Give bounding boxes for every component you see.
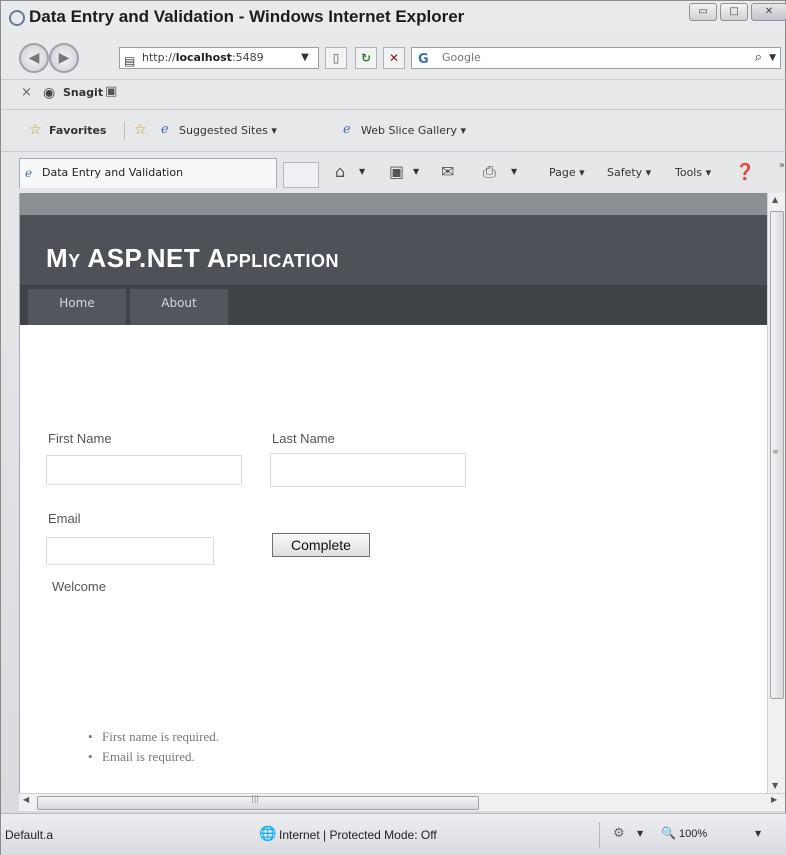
- forward-button[interactable]: ▶: [49, 43, 79, 73]
- safety-menu[interactable]: Safety ▾: [607, 166, 651, 179]
- email-input[interactable]: [46, 537, 214, 565]
- chevron-down-icon[interactable]: ▼: [511, 167, 517, 176]
- back-arrow-icon: ◀: [28, 50, 40, 66]
- last-name-input[interactable]: [270, 453, 466, 487]
- help-icon[interactable]: ❓: [735, 162, 755, 181]
- chevron-down-icon[interactable]: ▼: [413, 167, 419, 176]
- page-icon: ▤: [124, 54, 136, 68]
- email-label: Email: [48, 511, 81, 526]
- favorites-star-icon: ☆: [29, 122, 42, 138]
- search-icon[interactable]: ⌕: [755, 48, 762, 68]
- home-icon[interactable]: ⌂: [335, 162, 345, 181]
- snagit-icon: ◉: [43, 85, 56, 101]
- scroll-right-icon[interactable]: ▶: [771, 795, 777, 804]
- snagit-button[interactable]: Snagit: [63, 86, 103, 99]
- globe-icon: 🌐: [259, 826, 277, 842]
- protected-mode-icon[interactable]: ⚙: [613, 826, 625, 841]
- nav-about-link[interactable]: About: [130, 289, 228, 325]
- close-window-button[interactable]: ✕: [751, 3, 786, 21]
- site-top-strip: [20, 193, 767, 215]
- favorites-button[interactable]: Favorites: [49, 124, 106, 137]
- refresh-icon: ↻: [360, 51, 372, 65]
- new-tab-button[interactable]: [283, 162, 319, 188]
- scroll-down-icon[interactable]: ▼: [772, 781, 778, 790]
- web-slice-gallery-link[interactable]: Web Slice Gallery ▾: [361, 124, 466, 137]
- address-bar[interactable]: ▤ http://localhost:5489: [119, 47, 319, 69]
- horizontal-scrollbar[interactable]: ◀ ||| ▶: [19, 793, 785, 811]
- zoom-level[interactable]: 100%: [679, 828, 707, 840]
- ie-page-icon: ℯ: [161, 122, 169, 137]
- chevron-down-icon: ▼: [301, 52, 309, 63]
- scroll-up-icon[interactable]: ▲: [772, 195, 778, 204]
- suggested-sites-link[interactable]: Suggested Sites ▾: [179, 124, 277, 137]
- security-zone[interactable]: Internet | Protected Mode: Off: [279, 828, 437, 842]
- feeds-icon[interactable]: ▣: [389, 162, 404, 181]
- url-rest: :5489: [231, 51, 264, 64]
- window-controls: ▭ □ ✕: [689, 3, 786, 21]
- tab-label: Data Entry and Validation: [42, 166, 184, 179]
- vertical-scrollbar[interactable]: ▲ ≡ ▼: [767, 193, 785, 793]
- validation-error: Email is required.: [88, 747, 219, 767]
- search-box[interactable]: G Google ⌕ ▼: [411, 47, 781, 69]
- first-name-input[interactable]: [46, 455, 242, 485]
- forward-arrow-icon: ▶: [58, 50, 70, 66]
- google-logo-icon: G: [418, 52, 429, 67]
- favorites-bar: ☆ Favorites ☆ ℯ Suggested Sites ▾ ℯ Web …: [1, 109, 786, 149]
- validation-error: First name is required.: [88, 727, 219, 747]
- scroll-grip-icon: |||: [251, 794, 260, 803]
- page-viewport: My ASP.NET Application Home About First …: [19, 193, 767, 793]
- complete-button[interactable]: Complete: [272, 533, 370, 557]
- print-icon[interactable]: ⎙: [483, 162, 496, 182]
- command-bar: ℯ Data Entry and Validation ⌂ ▼ ▣ ▼ ✉ ⎙ …: [1, 151, 786, 191]
- address-row: ◀ ▶ ▤ http://localhost:5489 ▼ ▯ ↻ ✕ G Goo…: [1, 41, 786, 77]
- mail-icon[interactable]: ✉: [441, 162, 454, 181]
- favorites-divider: [124, 122, 125, 140]
- ie-page-icon: ℯ: [25, 166, 33, 180]
- zoom-icon[interactable]: 🔍: [661, 826, 676, 840]
- stop-icon: ✕: [388, 51, 400, 65]
- status-divider: [599, 822, 600, 848]
- toolbar-overflow-icon[interactable]: »: [779, 160, 785, 171]
- add-favorite-icon[interactable]: ☆: [134, 122, 147, 138]
- snagit-capture-icon[interactable]: ▣: [105, 84, 117, 99]
- site-title: My ASP.NET Application: [46, 243, 339, 273]
- validation-summary: First name is required. Email is require…: [88, 727, 219, 767]
- stop-button[interactable]: ✕: [383, 47, 405, 69]
- site-header: My ASP.NET Application: [20, 215, 767, 285]
- chevron-down-icon[interactable]: ▼: [637, 829, 643, 838]
- nav-home-link[interactable]: Home: [28, 289, 126, 325]
- chevron-down-icon[interactable]: ▼: [359, 167, 365, 176]
- browser-tab[interactable]: ℯ Data Entry and Validation: [19, 158, 277, 188]
- snagit-toolbar: × ◉ Snagit ▣: [1, 79, 786, 107]
- chevron-down-icon[interactable]: ▼: [755, 829, 761, 838]
- scroll-left-icon[interactable]: ◀: [23, 795, 29, 804]
- close-toolbar-button[interactable]: ×: [21, 85, 32, 100]
- status-bar: Default.a 🌐 Internet | Protected Mode: O…: [1, 813, 786, 855]
- search-placeholder: Google: [442, 51, 481, 64]
- page-menu[interactable]: Page ▾: [549, 166, 585, 179]
- url-host: localhost: [175, 51, 232, 64]
- ie-logo-icon: [9, 10, 25, 26]
- first-name-label: First Name: [48, 431, 112, 446]
- back-button[interactable]: ◀: [19, 43, 49, 73]
- last-name-label: Last Name: [272, 431, 335, 446]
- status-text: Default.a: [5, 828, 54, 842]
- compatibility-view-button[interactable]: ▯: [325, 47, 347, 69]
- address-dropdown-button[interactable]: ▼: [294, 47, 316, 69]
- search-options-icon[interactable]: ▼: [769, 48, 776, 68]
- refresh-button[interactable]: ↻: [355, 47, 377, 69]
- site-nav: Home About: [20, 285, 767, 325]
- compatibility-icon: ▯: [332, 51, 340, 65]
- ie-window: Data Entry and Validation - Windows Inte…: [0, 0, 786, 855]
- title-bar: Data Entry and Validation - Windows Inte…: [1, 1, 786, 41]
- window-title: Data Entry and Validation - Windows Inte…: [29, 7, 465, 26]
- welcome-label: Welcome: [52, 579, 106, 594]
- maximize-button[interactable]: □: [720, 3, 748, 21]
- url-prefix: http://: [142, 51, 176, 64]
- scroll-grip-icon: ≡: [772, 447, 779, 456]
- tools-menu[interactable]: Tools ▾: [675, 166, 711, 179]
- ie-page-icon: ℯ: [343, 122, 351, 137]
- minimize-button[interactable]: ▭: [689, 3, 717, 21]
